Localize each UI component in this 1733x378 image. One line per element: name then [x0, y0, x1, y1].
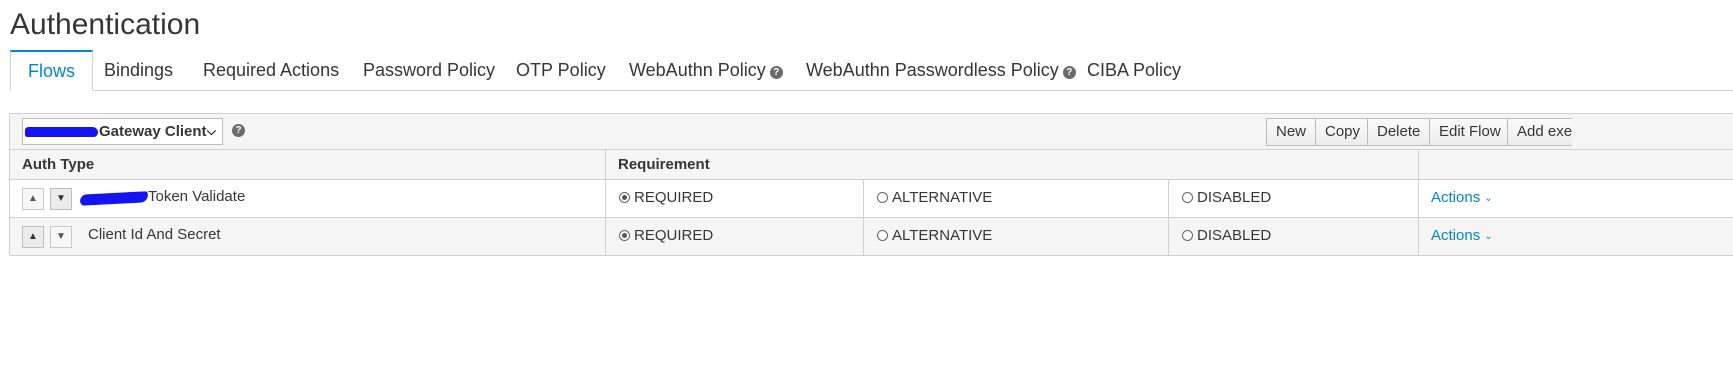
column-divider [1418, 150, 1419, 179]
auth-type-cell: ▲ ▼ Token Validate [10, 180, 606, 217]
requirement-cell: REQUIRED [605, 218, 863, 255]
radio-required[interactable]: REQUIRED [619, 188, 713, 208]
move-down-button[interactable]: ▼ [50, 188, 72, 210]
actions-label: Actions [1431, 189, 1481, 206]
table-header: Auth Type Requirement [10, 150, 1733, 180]
toolbar: Gateway Client ⌵ ? New Copy Delete Edit … [10, 114, 1733, 150]
header-auth-type: Auth Type [22, 156, 95, 173]
requirement-cell: DISABLED [1168, 180, 1419, 217]
radio-label: ALTERNATIVE [892, 227, 993, 244]
tab-ciba-policy[interactable]: CIBA Policy [1087, 50, 1181, 90]
caret-down-icon: ▼ [56, 193, 66, 204]
radio-checked-icon [619, 230, 630, 241]
tab-webauthn-passwordless-policy[interactable]: WebAuthn Passwordless Policy? [806, 50, 1076, 90]
tab-flows[interactable]: Flows [10, 50, 94, 91]
tab-label: WebAuthn Passwordless Policy [806, 60, 1059, 80]
radio-disabled[interactable]: DISABLED [1182, 188, 1271, 208]
question-circle-icon[interactable]: ? [232, 124, 245, 137]
table-row: ▲ ▼ Token Validate REQUIRED ALTERNATIVE … [10, 180, 1733, 218]
actions-dropdown[interactable]: Actions ⌄ [1431, 226, 1493, 247]
radio-label: DISABLED [1197, 189, 1272, 206]
radio-label: ALTERNATIVE [892, 189, 993, 206]
tab-label: CIBA Policy [1087, 60, 1182, 80]
radio-unchecked-icon [877, 230, 888, 241]
caret-down-icon: ▼ [56, 231, 66, 242]
move-up-button[interactable]: ▲ [22, 226, 44, 248]
flows-panel: Gateway Client ⌵ ? New Copy Delete Edit … [9, 113, 1733, 256]
chevron-down-icon: ⌄ [1484, 193, 1493, 204]
move-down-button[interactable]: ▼ [50, 226, 72, 248]
radio-alternative[interactable]: ALTERNATIVE [877, 226, 992, 246]
copy-button[interactable]: Copy [1315, 118, 1371, 146]
radio-disabled[interactable]: DISABLED [1182, 226, 1271, 246]
radio-required[interactable]: REQUIRED [619, 226, 713, 246]
radio-unchecked-icon [1182, 230, 1193, 241]
tab-required-actions[interactable]: Required Actions [203, 50, 339, 90]
delete-button[interactable]: Delete [1367, 118, 1431, 146]
radio-label: DISABLED [1197, 227, 1272, 244]
actions-label: Actions [1431, 227, 1481, 244]
caret-up-icon: ▲ [28, 231, 38, 242]
header-requirement: Requirement [618, 156, 710, 173]
caret-up-icon: ▲ [28, 193, 38, 204]
actions-cell: Actions ⌄ [1418, 218, 1733, 255]
radio-unchecked-icon [1182, 192, 1193, 203]
column-divider [605, 150, 606, 179]
auth-type-cell: ▲ ▼ Client Id And Secret [10, 218, 606, 255]
tab-otp-policy[interactable]: OTP Policy [516, 50, 606, 90]
edit-flow-button[interactable]: Edit Flow [1429, 118, 1511, 146]
chevron-down-icon: ⌄ [1484, 231, 1493, 242]
new-button[interactable]: New [1266, 118, 1317, 146]
radio-unchecked-icon [877, 192, 888, 203]
tab-label: WebAuthn Policy [629, 60, 766, 80]
requirement-cell: REQUIRED [605, 180, 863, 217]
redaction-scribble [79, 191, 149, 206]
tab-webauthn-policy[interactable]: WebAuthn Policy? [629, 50, 783, 90]
question-circle-icon[interactable]: ? [769, 66, 783, 79]
auth-type-name: Client Id And Secret [88, 226, 221, 243]
chevron-down-icon: ⌵ [206, 124, 216, 138]
page-title: Authentication [10, 8, 201, 41]
requirement-cell: DISABLED [1168, 218, 1419, 255]
tab-label: Bindings [104, 60, 174, 80]
radio-checked-icon [619, 192, 630, 203]
add-execution-button[interactable]: Add exe [1507, 118, 1573, 146]
radio-label: REQUIRED [634, 189, 714, 206]
tab-bar: Flows Bindings Required Actions Password… [10, 50, 1733, 91]
tab-password-policy[interactable]: Password Policy [363, 50, 495, 90]
flow-select[interactable]: Gateway Client ⌵ [22, 118, 223, 145]
redaction-scribble [25, 127, 98, 137]
actions-cell: Actions ⌄ [1418, 180, 1733, 217]
question-circle-icon[interactable]: ? [1062, 66, 1076, 79]
tab-label: Flows [28, 61, 76, 81]
tab-bindings[interactable]: Bindings [104, 50, 173, 90]
actions-dropdown[interactable]: Actions ⌄ [1431, 188, 1493, 209]
tab-label: OTP Policy [516, 60, 606, 80]
requirement-cell: ALTERNATIVE [863, 218, 1169, 255]
flow-select-value: Gateway Client [99, 123, 207, 140]
move-up-button[interactable]: ▲ [22, 188, 44, 210]
auth-type-name: Token Validate [148, 188, 246, 205]
tab-label: Password Policy [363, 60, 496, 80]
radio-alternative[interactable]: ALTERNATIVE [877, 188, 992, 208]
tab-label: Required Actions [203, 60, 340, 80]
radio-label: REQUIRED [634, 227, 714, 244]
requirement-cell: ALTERNATIVE [863, 180, 1169, 217]
table-row: ▲ ▼ Client Id And Secret REQUIRED ALTERN… [10, 218, 1733, 256]
